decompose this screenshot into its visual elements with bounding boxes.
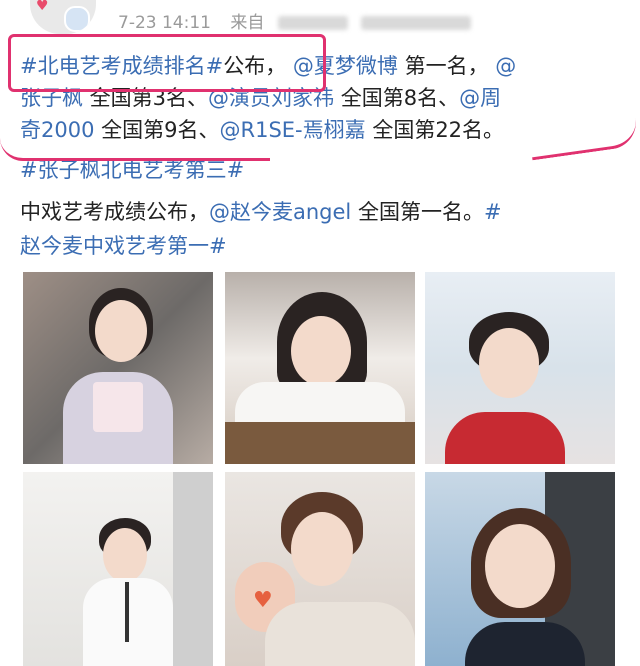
heart-icon: ♥ [36,0,49,14]
post-text-span: 全国第一名。 [351,200,484,224]
post-text-span: 中戏艺考成绩公布， [20,200,209,224]
post-text-span: 全国第8名、 [334,86,460,110]
verified-badge-icon [64,6,90,32]
post-text-span: 全国第22名。 [365,118,505,142]
post-line-5: 中戏艺考成绩公布，@赵今麦angel 全国第一名。# [20,196,502,228]
mention-link[interactable]: @ [495,54,516,78]
photo-6[interactable] [425,472,615,666]
source-blurred [277,16,348,30]
photo-3[interactable] [425,272,615,464]
timestamp: 7-23 14:11 [118,13,211,33]
source-blurred-2 [361,16,472,30]
hashtag-link[interactable]: # [484,200,502,224]
photo-4[interactable] [23,472,213,666]
hashtag-link[interactable]: #张子枫北电艺考第三# [20,158,244,182]
photo-1[interactable] [23,272,213,464]
mention-link[interactable]: @赵今麦angel [209,200,351,224]
post-text-span: 第一名， [397,54,489,78]
annotation-box [8,34,326,92]
source-prefix: 来自 [230,13,265,33]
mention-link[interactable]: @周 [459,86,501,110]
post-meta: 7-23 14:11 来自 [118,8,472,33]
heart-icon: ♥ [253,588,273,613]
photo-5[interactable]: ♥ [225,472,415,666]
avatar[interactable]: ♥ [30,0,96,34]
photo-2[interactable] [225,272,415,464]
hashtag-link[interactable]: 赵今麦中戏艺考第一# [20,234,227,258]
post-line-6: 赵今麦中戏艺考第一# [20,230,227,262]
annotation-underline [0,138,270,161]
annotation-underline [528,118,640,161]
